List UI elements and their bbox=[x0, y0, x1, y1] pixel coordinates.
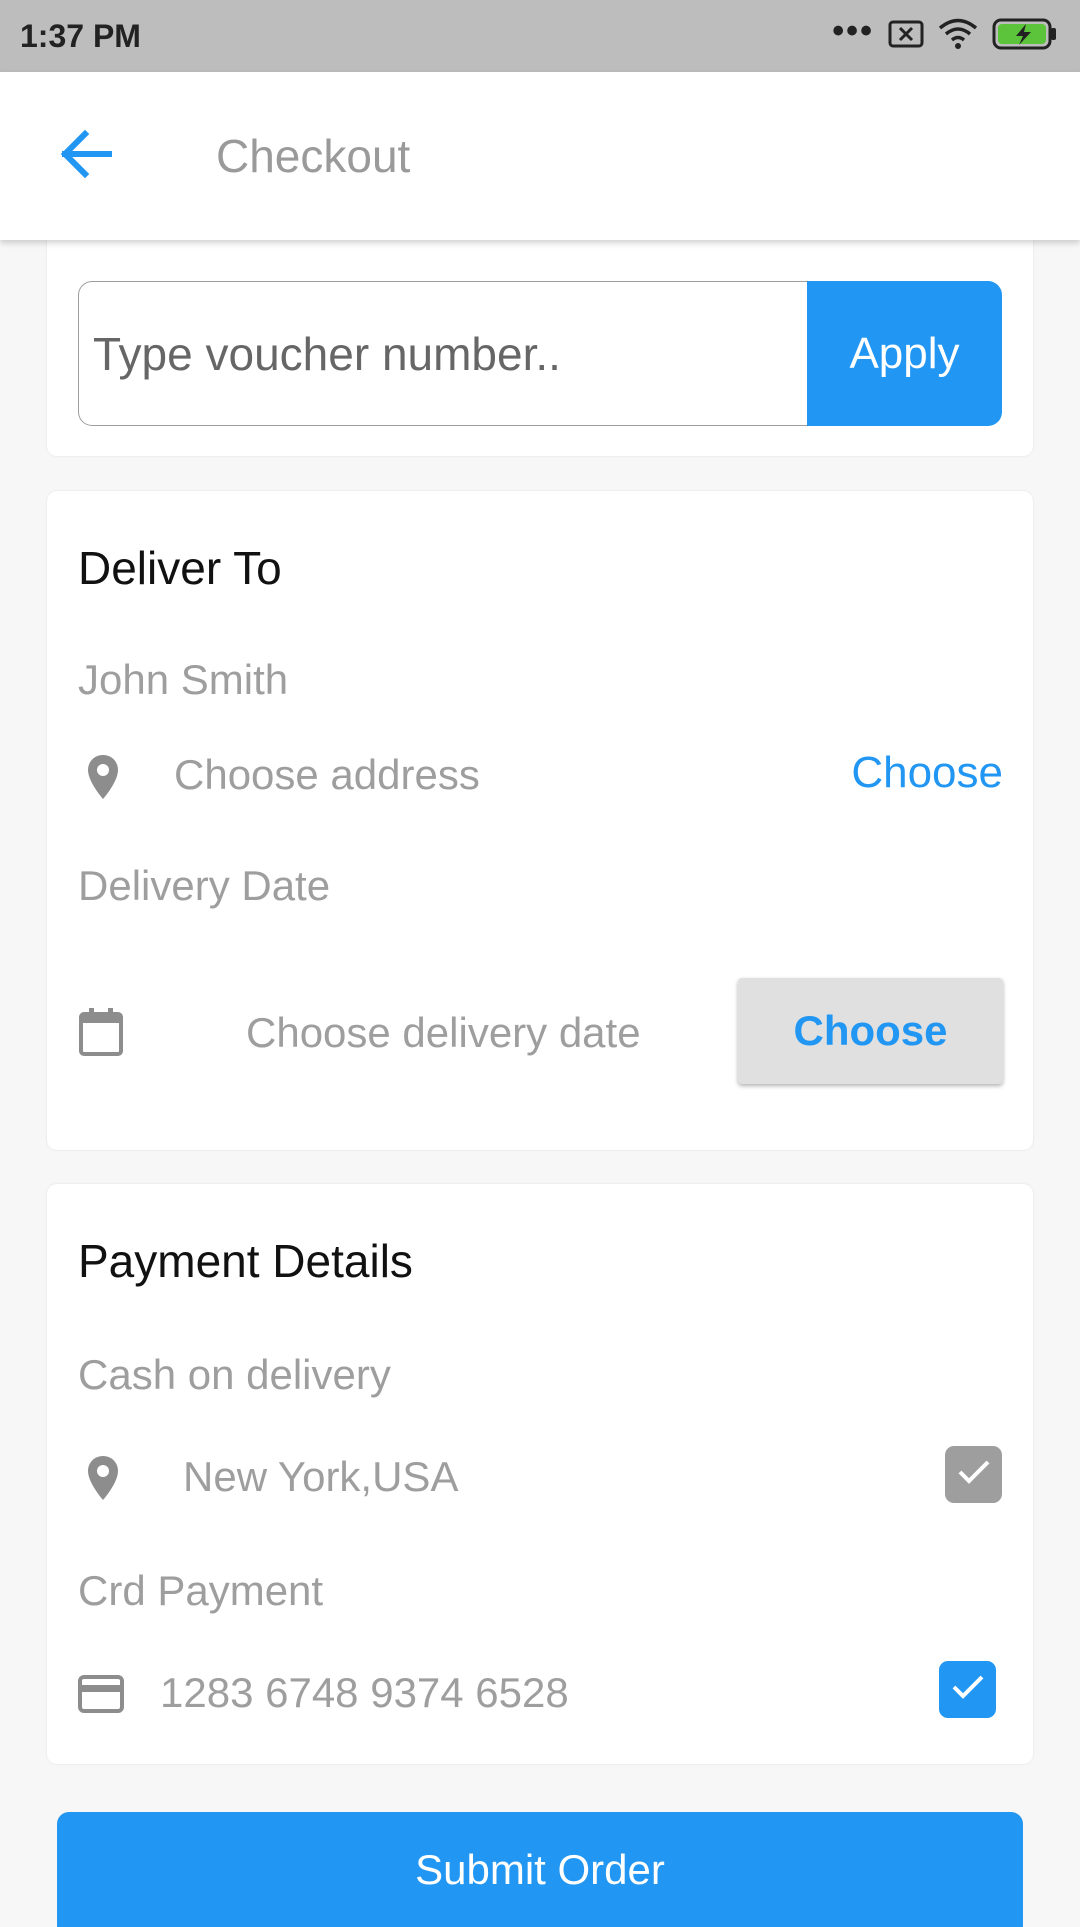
apply-button[interactable]: Apply bbox=[807, 281, 1002, 426]
choose-date-button[interactable]: Choose bbox=[738, 978, 1003, 1084]
deliver-to-title: Deliver To bbox=[78, 542, 282, 594]
card-payment-label: Crd Payment bbox=[78, 1567, 324, 1614]
location-pin-icon bbox=[78, 749, 128, 805]
choose-address-button[interactable]: Choose bbox=[851, 748, 1003, 798]
status-bar: 1:37 PM ••• bbox=[0, 0, 1080, 72]
back-button[interactable] bbox=[40, 111, 130, 201]
cash-location: New York,USA bbox=[183, 1453, 459, 1500]
app-bar: Checkout bbox=[0, 72, 1080, 240]
calendar-icon bbox=[78, 1006, 124, 1058]
credit-card-icon bbox=[78, 1674, 124, 1714]
voucher-row: Apply bbox=[78, 281, 1002, 426]
wifi-icon bbox=[938, 17, 978, 56]
status-time: 1:37 PM bbox=[20, 17, 141, 54]
delivery-date-label: Delivery Date bbox=[78, 862, 331, 909]
page-title: Checkout bbox=[216, 130, 411, 182]
deliver-to-card: Deliver To John Smith Choose address Cho… bbox=[47, 491, 1033, 1150]
date-placeholder: Choose delivery date bbox=[246, 1009, 641, 1056]
payment-details-title: Payment Details bbox=[78, 1235, 413, 1287]
voucher-input[interactable] bbox=[78, 281, 807, 426]
cash-on-delivery-label: Cash on delivery bbox=[78, 1351, 391, 1398]
arrow-back-icon bbox=[57, 128, 113, 185]
submit-order-button[interactable]: Submit Order bbox=[57, 1812, 1023, 1927]
address-placeholder: Choose address bbox=[174, 751, 480, 798]
card-checkbox[interactable] bbox=[939, 1661, 996, 1718]
cash-checkbox[interactable] bbox=[945, 1446, 1002, 1503]
voucher-card: Apply bbox=[47, 220, 1033, 456]
check-icon bbox=[956, 1457, 992, 1492]
payment-details-card: Payment Details Cash on delivery New Yor… bbox=[47, 1184, 1033, 1764]
location-pin-icon bbox=[78, 1450, 128, 1506]
card-number: 1283 6748 9374 6528 bbox=[160, 1669, 569, 1716]
battery-charging-icon bbox=[992, 17, 1058, 56]
sim-off-icon bbox=[888, 19, 924, 54]
more-dots-icon: ••• bbox=[832, 12, 874, 50]
customer-name: John Smith bbox=[78, 656, 289, 703]
check-icon bbox=[950, 1672, 986, 1707]
status-icons: ••• bbox=[832, 12, 1058, 56]
